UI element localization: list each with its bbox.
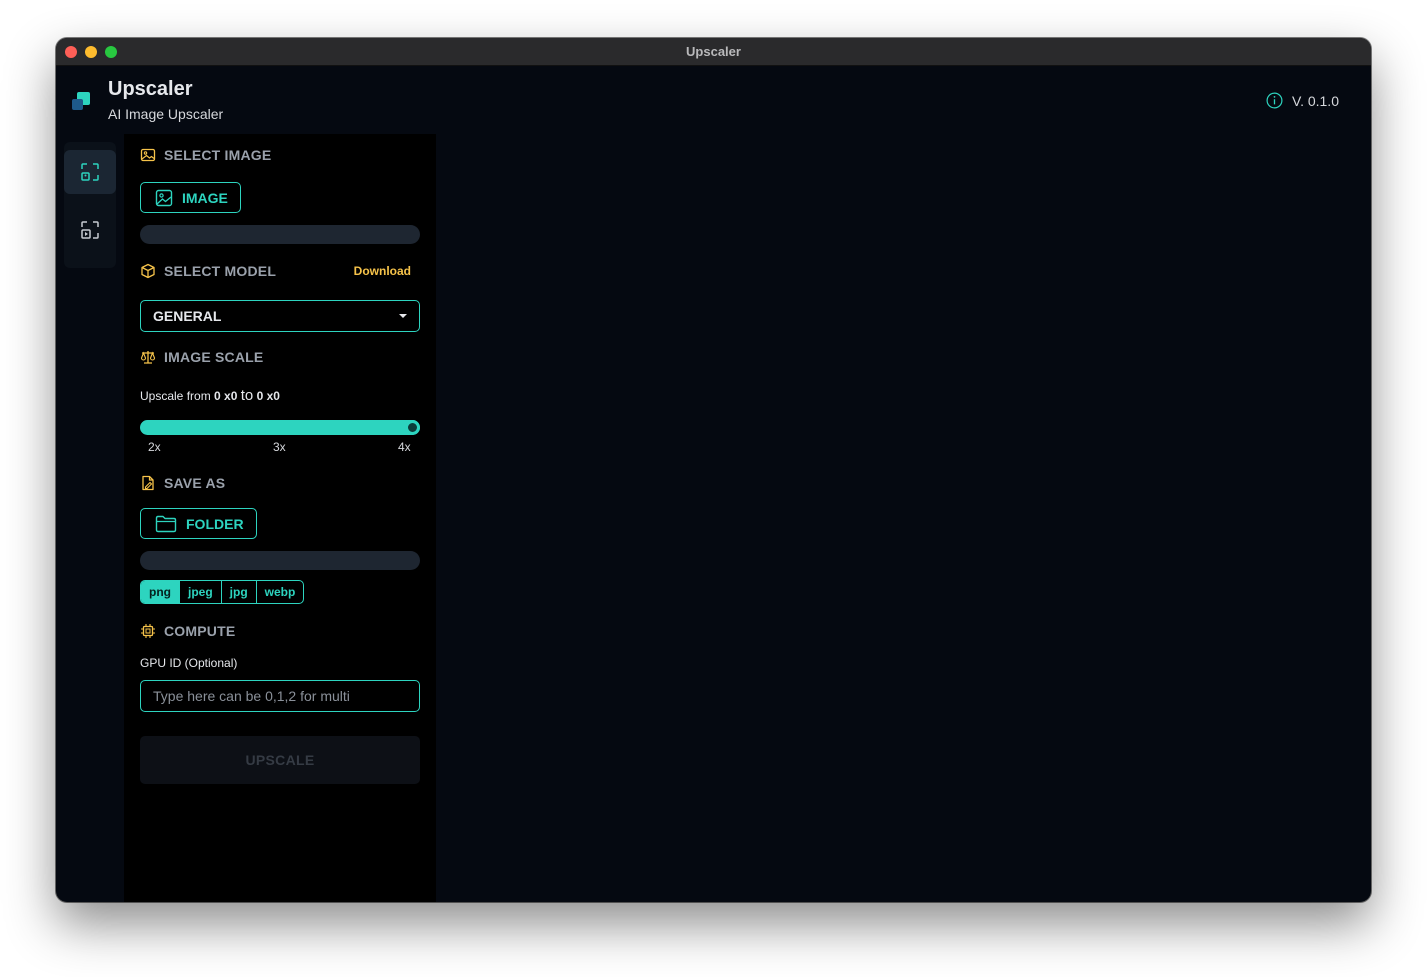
select-image-button-label: IMAGE: [182, 189, 228, 206]
download-link[interactable]: Download: [354, 264, 411, 278]
version-label: V. 0.1.0: [1292, 92, 1339, 109]
to-word: to: [240, 387, 254, 404]
select-image-title: SELECT IMAGE: [164, 147, 272, 163]
save-as-header: SAVE AS: [140, 475, 225, 491]
output-folder-path-field: [140, 551, 420, 570]
save-as-title: SAVE AS: [164, 475, 226, 491]
scale-slider-track[interactable]: [140, 420, 420, 435]
select-folder-button[interactable]: FOLDER: [140, 508, 257, 539]
format-option-png[interactable]: png: [141, 581, 180, 603]
image-icon: [155, 189, 173, 206]
title-bar: Upscaler: [56, 38, 1371, 66]
upscale-prefix: Upscale from: [140, 389, 211, 403]
image-scale-title: IMAGE SCALE: [164, 349, 264, 365]
format-option-webp[interactable]: webp: [257, 581, 304, 603]
save-file-icon: [142, 475, 154, 491]
model-select-value: GENERAL: [153, 308, 222, 324]
compute-title: COMPUTE: [164, 623, 236, 639]
window-title: Upscaler: [686, 44, 741, 59]
upscale-dimensions-text: Upscale from 0 x0 to 0 x0: [140, 387, 280, 404]
app-name: Upscaler: [108, 78, 193, 100]
sidebar-item-image-upscale[interactable]: [64, 150, 116, 194]
gpu-id-input[interactable]: [140, 680, 420, 712]
upscale-button[interactable]: UPSCALE: [140, 736, 420, 784]
image-upscale-icon: [81, 163, 99, 181]
scale-tick-3x: 3x: [273, 440, 286, 454]
select-image-header: SELECT IMAGE: [140, 147, 271, 163]
to-size: 0 x0: [256, 389, 280, 403]
gpu-id-label: GPU ID (Optional): [140, 656, 238, 670]
folder-icon: [155, 515, 177, 532]
image-preview-area: [436, 134, 1371, 902]
sidebar-item-video-upscale[interactable]: [64, 208, 116, 252]
model-select[interactable]: GENERAL: [140, 300, 420, 332]
app-header: Upscaler AI Image Upscaler V. 0.1.0: [56, 66, 1371, 134]
select-image-button[interactable]: IMAGE: [140, 182, 241, 213]
video-upscale-icon: [81, 221, 99, 239]
settings-panel: SELECT IMAGE IMAGE SELECT MODEL Download…: [124, 134, 436, 902]
chevron-down-icon: [399, 314, 407, 318]
app-logo-icon: [72, 92, 90, 110]
scale-tick-2x: 2x: [148, 440, 161, 454]
info-icon[interactable]: [1266, 92, 1283, 109]
select-model-header: SELECT MODEL: [140, 263, 276, 279]
cube-icon: [141, 263, 155, 279]
select-folder-button-label: FOLDER: [186, 515, 244, 532]
format-selector: png jpeg jpg webp: [140, 580, 305, 604]
format-option-jpg[interactable]: jpg: [222, 581, 257, 603]
app-subtitle: AI Image Upscaler: [108, 106, 224, 122]
scale-icon: [140, 351, 156, 364]
format-option-jpeg[interactable]: jpeg: [180, 581, 222, 603]
scale-tick-4x: 4x: [398, 440, 411, 454]
version-info[interactable]: V. 0.1.0: [1266, 92, 1339, 109]
from-size: 0 x0: [214, 389, 238, 403]
sidebar-rail: [64, 142, 116, 268]
app-window: Upscaler Upscaler AI Image Upscaler V. 0…: [56, 38, 1371, 902]
image-icon: [140, 148, 156, 162]
scale-slider-handle[interactable]: [405, 420, 420, 435]
compute-header: COMPUTE: [140, 623, 235, 639]
select-model-title: SELECT MODEL: [164, 263, 277, 279]
image-path-field: [140, 225, 420, 244]
cpu-chip-icon: [141, 624, 155, 638]
image-scale-header: IMAGE SCALE: [140, 349, 263, 365]
